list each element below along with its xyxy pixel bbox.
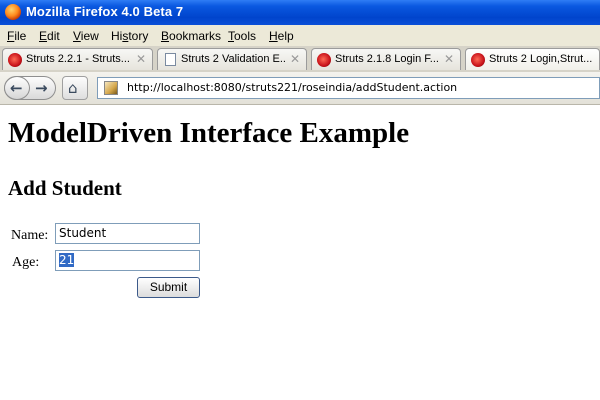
age-field[interactable]: 21 [55, 250, 200, 271]
page-subtitle: Add Student [8, 176, 122, 200]
name-field[interactable]: Student [55, 223, 200, 244]
home-button[interactable]: ⌂ [62, 76, 88, 100]
struts-icon [8, 53, 22, 67]
back-arrow-icon: ← [10, 79, 23, 97]
site-favicon-icon [104, 81, 118, 95]
menu-edit-rest: dit [47, 29, 60, 43]
menu-history-pre: Hi [111, 29, 123, 43]
tab-struts-221[interactable]: Struts 2.2.1 - Struts... ✕ [2, 48, 153, 70]
back-button[interactable]: ← [4, 76, 30, 100]
forward-arrow-icon: → [35, 79, 48, 97]
tab-label: Struts 2.2.1 - Struts... [26, 53, 130, 65]
page-title: ModelDriven Interface Example [8, 117, 410, 149]
struts-icon [471, 53, 485, 67]
struts-icon [317, 53, 331, 67]
menu-history[interactable]: History [111, 29, 148, 43]
tab-label: Struts 2 Login,Strut... [489, 53, 593, 65]
menu-help-rest: elp [277, 29, 294, 43]
menu-view-key: V [73, 29, 81, 43]
age-label: Age: [12, 255, 40, 270]
name-field-value: Student [59, 226, 107, 240]
tab-label: Struts 2 Validation E... [181, 53, 285, 65]
page-icon [165, 53, 176, 66]
menu-view[interactable]: View [73, 29, 99, 43]
submit-button[interactable]: Submit [137, 277, 200, 298]
tab-strip: Struts 2.2.1 - Struts... ✕ Struts 2 Vali… [0, 46, 600, 73]
close-tab-icon[interactable]: ✕ [290, 52, 300, 66]
forward-button[interactable]: → [32, 77, 54, 99]
firefox-icon [5, 4, 21, 20]
tab-struts-2-login[interactable]: Struts 2 Login,Strut... [465, 48, 600, 70]
url-text: http://localhost:8080/struts221/roseindi… [127, 81, 458, 94]
address-bar[interactable]: http://localhost:8080/struts221/roseindi… [97, 77, 600, 99]
menu-view-rest: iew [80, 29, 99, 43]
name-label: Name: [11, 228, 49, 243]
back-forward-group: ← → [4, 76, 56, 100]
close-tab-icon[interactable]: ✕ [136, 52, 146, 66]
tab-struts-218-login[interactable]: Struts 2.1.8 Login F... ✕ [311, 48, 461, 70]
navigation-toolbar: ← → ⌂ http://localhost:8080/struts221/ro… [0, 72, 600, 105]
tab-struts-validation[interactable]: Struts 2 Validation E... ✕ [157, 48, 307, 70]
page-content: ModelDriven Interface Example Add Studen… [0, 105, 600, 400]
menu-bookmarks-rest: ookmarks [169, 29, 222, 43]
menu-help-key: H [269, 29, 278, 43]
menu-tools[interactable]: Tools [228, 29, 256, 43]
menu-bookmarks[interactable]: Bookmarks [161, 29, 221, 43]
menu-file-rest: ile [14, 29, 27, 43]
tab-label: Struts 2.1.8 Login F... [335, 53, 439, 65]
menu-file[interactable]: File [7, 29, 26, 43]
window-title-bar[interactable]: Mozilla Firefox 4.0 Beta 7 [0, 0, 600, 25]
menu-bar: File Edit View History Bookmarks Tools H… [0, 25, 600, 47]
window-title: Mozilla Firefox 4.0 Beta 7 [26, 4, 184, 19]
menu-bookmarks-key: B [161, 29, 170, 43]
age-field-value: 21 [59, 253, 75, 267]
menu-edit[interactable]: Edit [39, 29, 60, 43]
menu-tools-rest: ools [234, 29, 257, 43]
menu-history-rest: tory [128, 29, 149, 43]
close-tab-icon[interactable]: ✕ [444, 52, 454, 66]
home-icon: ⌂ [68, 79, 78, 97]
menu-help[interactable]: Help [269, 29, 294, 43]
menu-edit-key: E [39, 29, 48, 43]
